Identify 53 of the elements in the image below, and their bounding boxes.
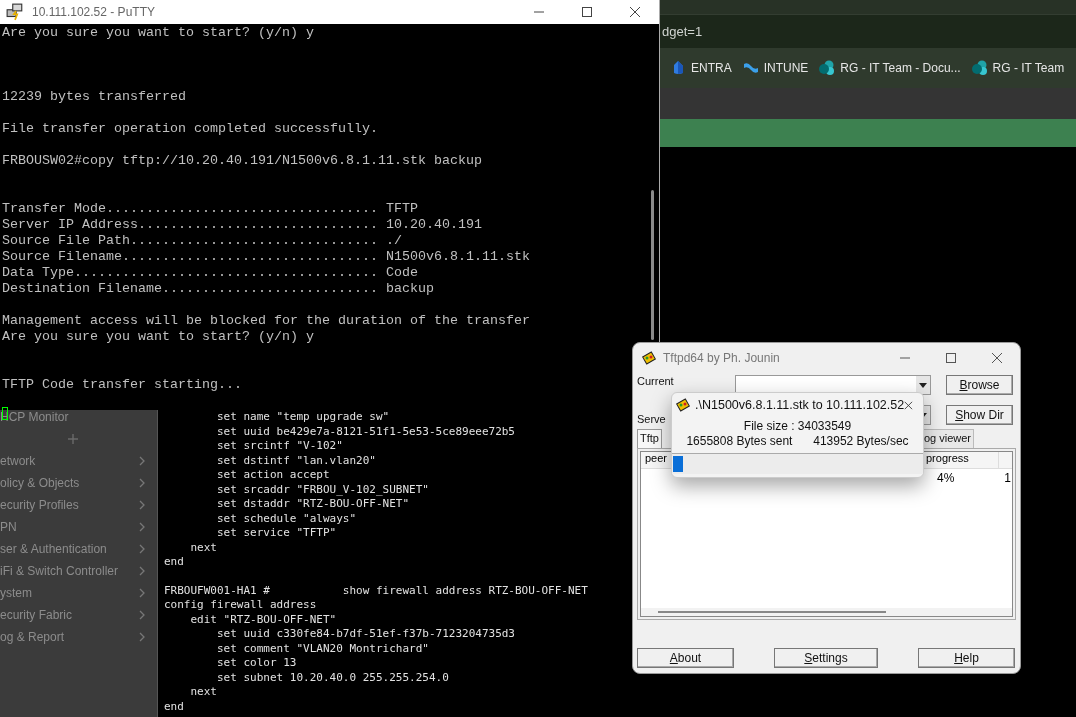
console-line: set uuid c330fe84-b7df-51ef-f37b-7123204735d3 [215,627,515,642]
console-line: set uuid be429e7a-8121-51f1-5e53-5ce89eee72b5 [215,424,515,439]
terminal-line: File transfer operation completed successfully. [2,121,379,137]
console-line: set comment "VLAN20 Montrichard" [215,641,429,656]
console-line: next [189,540,217,555]
table-cell-text: 4% [937,471,956,485]
bookmark[interactable]: INTUNE [742,60,809,76]
terminal-line: Server IP Address.............................. 10.20.40.191 [2,217,483,233]
terminal-line: Are you sure you want to start? (y/n) y [2,25,315,41]
file-size-text: File size : 34033549 [742,419,853,434]
terminal-line: Source Filename................................ N1500v6.8.1.11.stk [2,249,531,265]
table-cell: 1 [1004,471,1011,485]
dialog-button[interactable]: Show Dir [946,405,1013,425]
console-line: set color 13 [215,656,297,671]
console-line: set service "TFTP" [215,526,337,541]
console-line: set srcaddr "FRBOU_V-102_SUBNET" [215,482,429,497]
terminal-line: Source File Path............................... ./ [2,233,403,249]
dialog-button[interactable]: Browse [946,375,1013,395]
window-title: 10.111.102.52 - PuTTY [32,5,155,19]
terminal-line: FRBOUSW02#copy tftp://10.20.40.191/N1500v6.8.1.11.stk backup [2,153,483,169]
terminal-line: Destination Filename........................... backup [2,281,435,297]
console-line: set action accept [215,468,330,483]
tab[interactable]: Tftp [637,429,662,448]
console-line: set dstintf "lan.vlan20" [215,453,376,468]
bytes-sent-text: 1655808 Bytes sent [686,434,793,449]
console-line: set subnet 10.20.40.0 255.255.254.0 [215,670,449,685]
terminal-line: Management access will be blocked for the duration of the transfer [2,313,531,329]
field-label: Serve [637,413,667,425]
console-line: FRBOUFW001-HA1 # show firewall address RTZ-BOU-OFF-NET [164,583,588,598]
console-line: set dstaddr "RTZ-BOU-OFF-NET" [215,497,410,512]
window-title: Tftpd64 by Ph. Jounin [663,351,780,365]
dialog-button[interactable]: About [637,648,734,668]
bookmark[interactable]: RG - IT Team [971,60,1065,76]
console-line: next [189,685,217,700]
console-line: edit "RTZ-BOU-OFF-NET" [189,612,337,627]
console-line: end [164,699,184,714]
terminal-line: Are you sure you want to start? (y/n) y [2,329,315,345]
address-bar[interactable]: dget=1 [662,24,703,39]
dialog-title: .\N1500v6.8.1.11.stk to 10.111.102.52 [695,398,905,412]
bookmark[interactable]: RG - IT Team - Docu... [819,60,961,76]
field-label: Current [637,375,675,387]
transfer-rate-text: 413952 Bytes/sec [813,434,909,449]
dialog-button[interactable]: Help [918,648,1015,668]
console-line: set name "temp upgrade sw" [215,410,390,425]
terminal-line: Transfer Mode.................................. TFTP [2,201,419,217]
dialog-button[interactable]: Settings [774,648,878,668]
bookmark[interactable]: ENTRA [670,60,732,76]
console-line: set schedule "always" [215,511,357,526]
console-line: set srcintf "V-102" [215,439,343,454]
terminal-line: 12239 bytes transferred [2,89,187,105]
terminal-line: Data Type...................................... Code [2,265,419,281]
console-line: config firewall address [164,598,317,613]
console-line: end [164,555,184,570]
